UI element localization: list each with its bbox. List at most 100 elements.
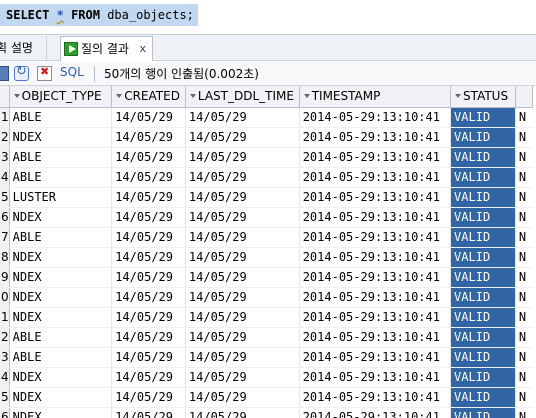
truncated-cell[interactable]: N (515, 407, 533, 418)
table-row[interactable]: 1 NDEX 14/05/29 14/05/29 2014-05-29:13:10:41… (0, 307, 533, 328)
last-ddl-time-cell[interactable]: 14/05/29 (185, 327, 300, 348)
status-cell[interactable]: VALID (450, 107, 516, 128)
table-row[interactable]: 6 NDEX 14/05/29 14/05/29 2014-05-29:13:10:41… (0, 407, 533, 418)
object-type-cell[interactable]: ABLE (9, 107, 113, 128)
truncated-cell[interactable]: N (515, 187, 533, 208)
status-cell[interactable]: VALID (450, 347, 516, 368)
object-type-cell[interactable]: NDEX (9, 287, 113, 308)
truncated-cell[interactable]: N (515, 267, 533, 288)
timestamp-cell[interactable]: 2014-05-29:13:10:41 (299, 187, 452, 208)
table-row[interactable]: 7 ABLE 14/05/29 14/05/29 2014-05-29:13:10:41… (0, 227, 533, 248)
pin-icon[interactable] (0, 66, 9, 81)
table-row[interactable]: 3 ABLE 14/05/29 14/05/29 2014-05-29:13:10:41… (0, 347, 533, 368)
table-row[interactable]: 1 ABLE 14/05/29 14/05/29 2014-05-29:13:10:41… (0, 107, 533, 128)
row-number[interactable]: 1 (0, 307, 10, 328)
truncated-cell[interactable]: N (515, 327, 533, 348)
table-row[interactable]: 3 ABLE 14/05/29 14/05/29 2014-05-29:13:10:41… (0, 147, 533, 168)
created-cell[interactable]: 14/05/29 (111, 307, 186, 328)
col-header-status[interactable]: STATUS (450, 86, 516, 108)
timestamp-cell[interactable]: 2014-05-29:13:10:41 (299, 127, 452, 148)
row-number[interactable]: 7 (0, 227, 10, 248)
status-cell[interactable]: VALID (450, 247, 516, 268)
truncated-cell[interactable]: N (515, 167, 533, 188)
object-type-cell[interactable]: ABLE (9, 227, 113, 248)
created-cell[interactable]: 14/05/29 (111, 287, 186, 308)
timestamp-cell[interactable]: 2014-05-29:13:10:41 (299, 407, 452, 418)
created-cell[interactable]: 14/05/29 (111, 107, 186, 128)
timestamp-cell[interactable]: 2014-05-29:13:10:41 (299, 207, 452, 228)
timestamp-cell[interactable]: 2014-05-29:13:10:41 (299, 287, 452, 308)
object-type-cell[interactable]: ABLE (9, 327, 113, 348)
row-number[interactable]: 4 (0, 367, 10, 388)
status-cell[interactable]: VALID (450, 287, 516, 308)
row-number[interactable]: 9 (0, 267, 10, 288)
timestamp-cell[interactable]: 2014-05-29:13:10:41 (299, 307, 452, 328)
tab-explain-plan[interactable]: 획 설명 (0, 36, 47, 61)
object-type-cell[interactable]: LUSTER (9, 187, 113, 208)
table-row[interactable]: 9 NDEX 14/05/29 14/05/29 2014-05-29:13:10:41… (0, 267, 533, 288)
status-cell[interactable]: VALID (450, 267, 516, 288)
created-cell[interactable]: 14/05/29 (111, 327, 186, 348)
truncated-cell[interactable]: N (515, 107, 533, 128)
created-cell[interactable]: 14/05/29 (111, 187, 186, 208)
truncated-cell[interactable]: N (515, 147, 533, 168)
last-ddl-time-cell[interactable]: 14/05/29 (185, 267, 300, 288)
status-cell[interactable]: VALID (450, 367, 516, 388)
last-ddl-time-cell[interactable]: 14/05/29 (185, 227, 300, 248)
table-row[interactable]: 6 NDEX 14/05/29 14/05/29 2014-05-29:13:10:41… (0, 207, 533, 228)
tab-query-result[interactable]: 질의 결과 x (60, 36, 153, 61)
col-header-object-type[interactable]: OBJECT_TYPE (9, 86, 113, 108)
object-type-cell[interactable]: NDEX (9, 387, 113, 408)
object-type-cell[interactable]: NDEX (9, 127, 113, 148)
last-ddl-time-cell[interactable]: 14/05/29 (185, 127, 300, 148)
timestamp-cell[interactable]: 2014-05-29:13:10:41 (299, 387, 452, 408)
table-row[interactable]: 4 ABLE 14/05/29 14/05/29 2014-05-29:13:10:41… (0, 167, 533, 188)
last-ddl-time-cell[interactable]: 14/05/29 (185, 347, 300, 368)
status-cell[interactable]: VALID (450, 307, 516, 328)
object-type-cell[interactable]: ABLE (9, 147, 113, 168)
created-cell[interactable]: 14/05/29 (111, 227, 186, 248)
created-cell[interactable]: 14/05/29 (111, 127, 186, 148)
object-type-cell[interactable]: NDEX (9, 367, 113, 388)
sql-editor[interactable]: SELECT * FROM dba_objects; (0, 0, 536, 32)
row-number[interactable]: 2 (0, 327, 10, 348)
created-cell[interactable]: 14/05/29 (111, 387, 186, 408)
table-row[interactable]: 4 NDEX 14/05/29 14/05/29 2014-05-29:13:10:41… (0, 367, 533, 388)
last-ddl-time-cell[interactable]: 14/05/29 (185, 247, 300, 268)
row-number[interactable]: 4 (0, 167, 10, 188)
object-type-cell[interactable]: NDEX (9, 267, 113, 288)
truncated-cell[interactable]: N (515, 387, 533, 408)
truncated-cell[interactable]: N (515, 307, 533, 328)
status-cell[interactable]: VALID (450, 327, 516, 348)
row-number[interactable]: 3 (0, 147, 10, 168)
timestamp-cell[interactable]: 2014-05-29:13:10:41 (299, 347, 452, 368)
row-number[interactable]: 2 (0, 127, 10, 148)
table-row[interactable]: 2 ABLE 14/05/29 14/05/29 2014-05-29:13:10:41… (0, 327, 533, 348)
truncated-cell[interactable]: N (515, 127, 533, 148)
row-number[interactable]: 6 (0, 207, 10, 228)
object-type-cell[interactable]: NDEX (9, 247, 113, 268)
last-ddl-time-cell[interactable]: 14/05/29 (185, 407, 300, 418)
created-cell[interactable]: 14/05/29 (111, 367, 186, 388)
delete-icon[interactable] (37, 65, 52, 81)
truncated-cell[interactable]: N (515, 367, 533, 388)
last-ddl-time-cell[interactable]: 14/05/29 (185, 167, 300, 188)
status-cell[interactable]: VALID (450, 407, 516, 418)
object-type-cell[interactable]: NDEX (9, 407, 113, 418)
last-ddl-time-cell[interactable]: 14/05/29 (185, 147, 300, 168)
table-row[interactable]: 2 NDEX 14/05/29 14/05/29 2014-05-29:13:10:41… (0, 127, 533, 148)
created-cell[interactable]: 14/05/29 (111, 407, 186, 418)
truncated-cell[interactable]: N (515, 347, 533, 368)
truncated-cell[interactable]: N (515, 207, 533, 228)
object-type-cell[interactable]: NDEX (9, 307, 113, 328)
timestamp-cell[interactable]: 2014-05-29:13:10:41 (299, 227, 452, 248)
close-tab-icon[interactable]: x (139, 37, 146, 61)
table-row[interactable]: 0 NDEX 14/05/29 14/05/29 2014-05-29:13:10:41… (0, 287, 533, 308)
timestamp-cell[interactable]: 2014-05-29:13:10:41 (299, 247, 452, 268)
timestamp-cell[interactable]: 2014-05-29:13:10:41 (299, 327, 452, 348)
row-number[interactable]: 3 (0, 347, 10, 368)
status-cell[interactable]: VALID (450, 207, 516, 228)
col-header-truncated[interactable] (515, 86, 534, 108)
timestamp-cell[interactable]: 2014-05-29:13:10:41 (299, 147, 452, 168)
object-type-cell[interactable]: NDEX (9, 207, 113, 228)
